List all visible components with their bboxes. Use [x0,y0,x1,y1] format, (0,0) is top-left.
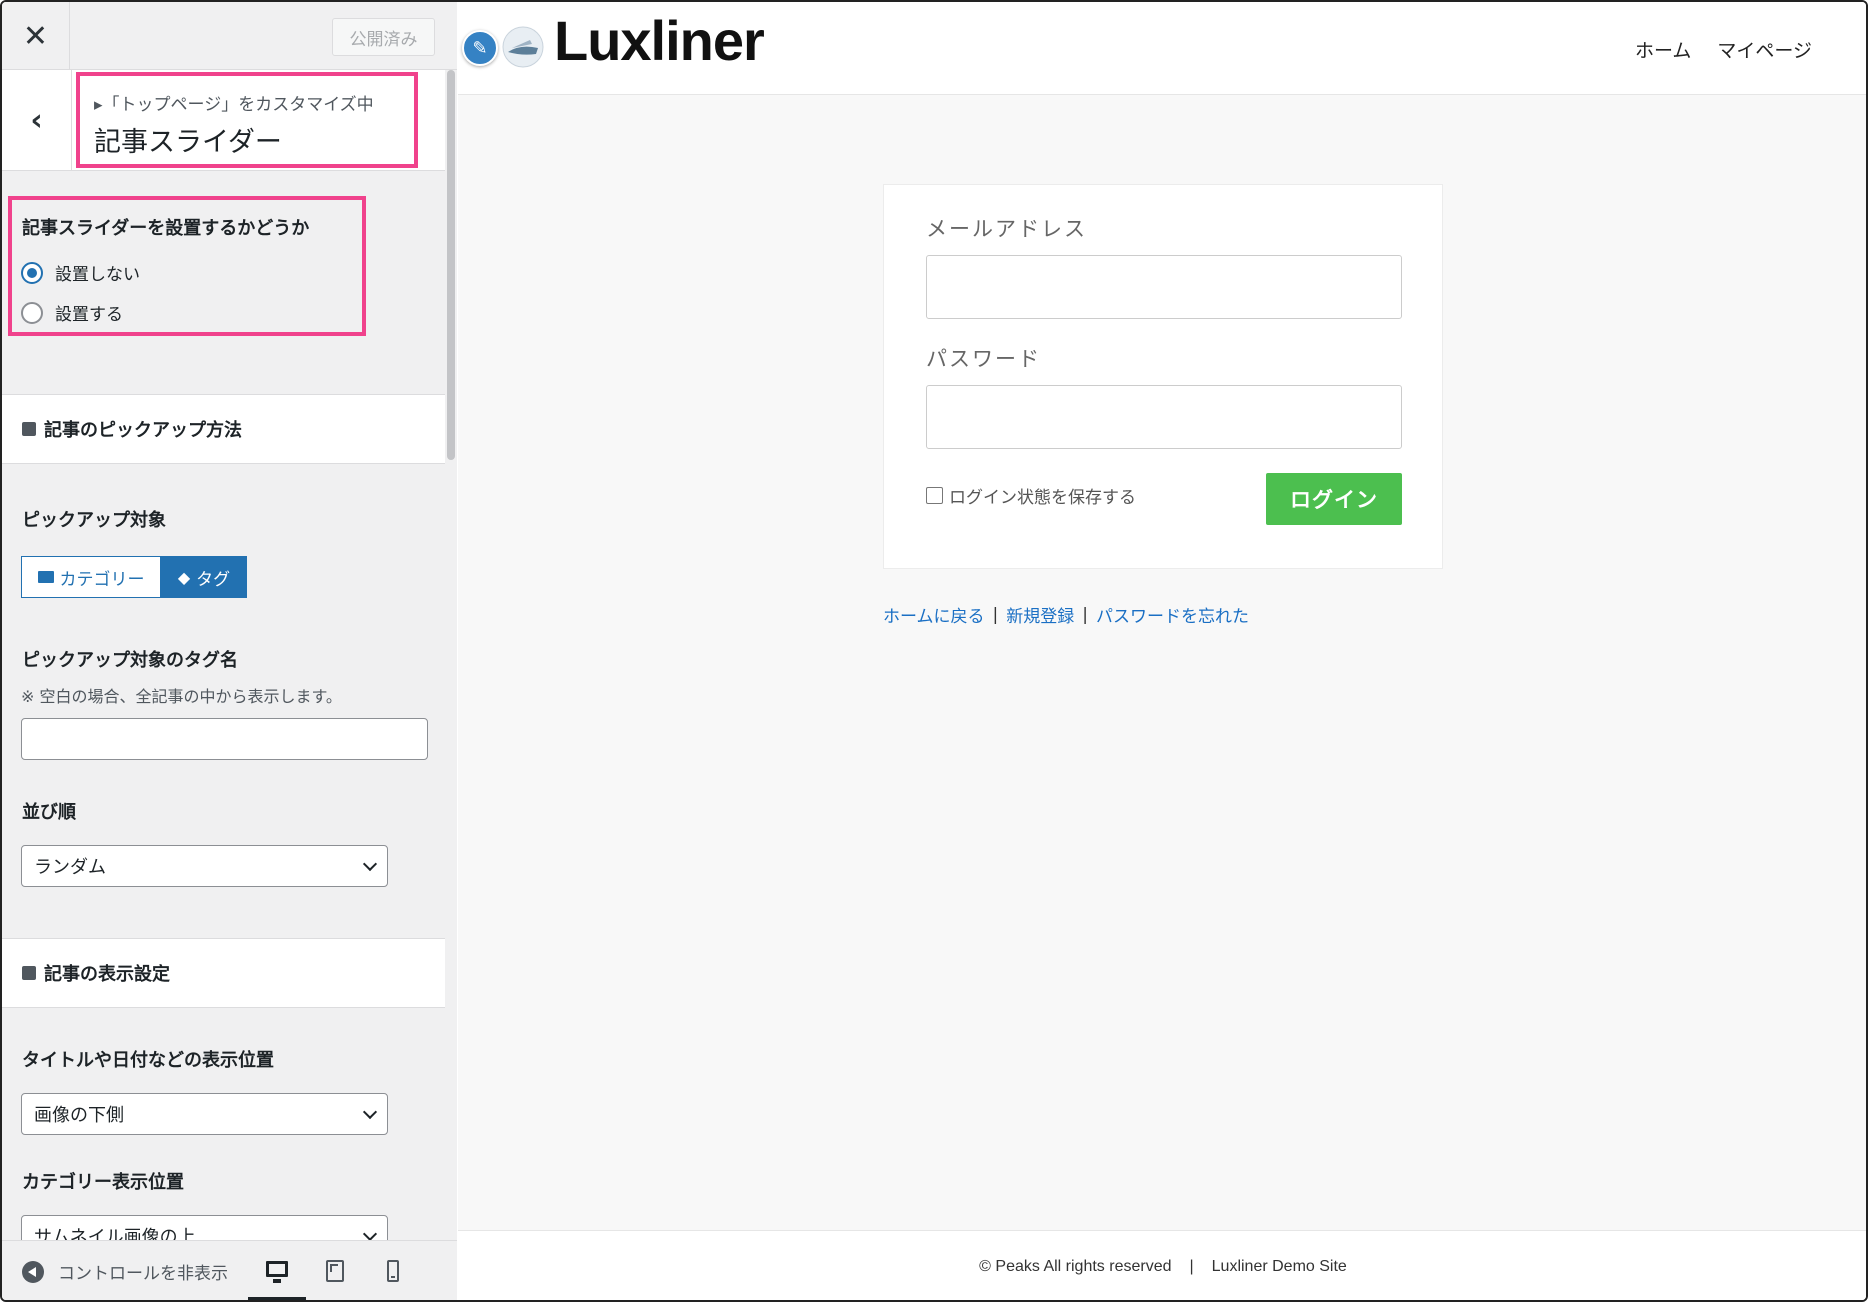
group-title: 記事のピックアップ方法 [44,420,242,441]
order-select[interactable]: ランダム [21,845,388,887]
radio-option-none[interactable]: 設置しない [21,260,140,285]
back-home-link[interactable]: ホームに戻る [883,602,985,627]
password-field[interactable] [926,385,1402,449]
pickup-group-header: 記事のピックアップ方法 [2,394,445,464]
select-value: 画像の下側 [34,1105,124,1126]
group-title: 記事の表示設定 [44,964,170,985]
customizer-window: ✕ 公開済み ‹ ▸「トップページ」をカスタマイズ中 記事スライダー 記事スライ… [0,0,1868,1302]
email-label: メールアドレス [926,217,1087,241]
device-tablet-button[interactable] [306,1241,364,1300]
back-button[interactable]: ‹ [2,70,72,171]
close-button[interactable]: ✕ [2,2,70,70]
radio-label: 設置する [55,305,123,325]
title-position-select[interactable]: 画像の下側 [21,1093,388,1135]
button-label: カテゴリー [59,569,145,590]
breadcrumb: ▸「トップページ」をカスタマイズ中 [94,95,374,115]
tag-name-input[interactable] [21,718,428,760]
folder-icon [37,571,54,583]
site-nav: ホーム マイページ [1635,36,1812,63]
nav-home-link[interactable]: ホーム [1635,36,1691,63]
sidebar-footer: コントロールを非表示 [2,1240,457,1300]
chevron-down-icon [362,856,378,872]
email-field[interactable] [926,255,1402,319]
login-button[interactable]: ログイン [1266,473,1402,525]
button-label: タグ [196,569,231,590]
pickup-category-button[interactable]: カテゴリー [21,556,161,598]
scrollbar-thumb[interactable] [447,70,455,460]
slider-control-label: 記事スライダーを設置するかどうか [22,218,310,239]
tag-name-label: ピックアップ対象のタグ名 [22,650,238,671]
chevron-down-icon [362,1226,378,1240]
pickup-tag-button[interactable]: ◆ タグ [161,556,247,598]
site-header: ✎ Luxliner ホーム マイページ [458,2,1866,95]
square-bullet-icon [22,422,36,436]
title-position-label: タイトルや日付などの表示位置 [22,1050,274,1071]
tag-name-note: ※ 空白の場合、全記事の中から表示します。 [21,687,342,706]
close-icon: ✕ [22,18,49,54]
pickup-target-label: ピックアップ対象 [22,510,166,531]
login-form: メールアドレス パスワード ログイン状態を保存する ログイン [883,184,1443,569]
link-separator: | [1082,604,1088,625]
publish-button[interactable]: 公開済み [332,18,435,56]
edit-shortcut-pencil-icon[interactable]: ✎ [462,30,498,66]
sidebar-header: ✕ 公開済み [2,2,457,70]
customizer-sidebar: ✕ 公開済み ‹ ▸「トップページ」をカスタマイズ中 記事スライダー 記事スライ… [2,2,457,1300]
device-mobile-button[interactable] [364,1241,422,1300]
select-value: ランダム [34,857,106,878]
remember-login-checkbox[interactable]: ログイン状態を保存する [926,483,1136,508]
logo-emblem-icon [502,26,544,68]
hide-controls-button[interactable]: コントロールを非表示 [22,1259,242,1284]
chevron-left-icon: ‹ [30,103,43,138]
site-footer: © Peaks All rights reserved | Luxliner D… [458,1230,1866,1300]
sidebar-panel: ‹ ▸「トップページ」をカスタマイズ中 記事スライダー 記事スライダーを設置する… [2,70,445,1240]
link-separator: | [992,604,999,625]
section-header: ‹ ▸「トップページ」をカスタマイズ中 記事スライダー [2,70,445,171]
register-link[interactable]: 新規登録 [1006,602,1074,627]
category-position-select[interactable]: サムネイル画像の上 [21,1215,388,1240]
pickup-target-toggle: カテゴリー ◆ タグ [21,556,247,598]
radio-label: 設置しない [55,265,140,285]
section-title-highlight: ▸「トップページ」をカスタマイズ中 記事スライダー [76,72,418,168]
footer-site-name: Luxliner Demo Site [1211,1257,1347,1275]
chevron-down-icon [362,1104,378,1120]
tablet-icon [326,1260,344,1282]
nav-mypage-link[interactable]: マイページ [1717,36,1812,63]
order-label: 並び順 [22,802,76,823]
site-logo[interactable]: Luxliner [554,8,765,73]
footer-copyright: © Peaks All rights reserved [979,1257,1172,1275]
radio-button[interactable] [21,301,43,324]
display-group-header: 記事の表示設定 [2,938,445,1008]
hide-controls-label: コントロールを非表示 [58,1264,228,1284]
tag-icon: ◆ [177,567,191,587]
desktop-icon [266,1261,288,1283]
checkbox-label: ログイン状態を保存する [949,488,1136,508]
device-desktop-button[interactable] [248,1241,306,1300]
category-position-label: カテゴリー表示位置 [22,1172,184,1193]
radio-button-checked[interactable] [21,261,43,284]
site-preview: ✎ Luxliner ホーム マイページ メールアドレス パスワード ログイン状… [458,2,1866,1300]
mobile-icon [387,1260,399,1282]
radio-option-place[interactable]: 設置する [21,300,123,325]
section-title: 記事スライダー [94,127,282,158]
square-bullet-icon [22,966,36,980]
forgot-password-link[interactable]: パスワードを忘れた [1096,602,1249,627]
login-links: ホームに戻る | 新規登録 | パスワードを忘れた [883,602,1249,628]
collapse-arrow-icon [22,1260,44,1283]
footer-separator: | [1189,1257,1194,1275]
select-value: サムネイル画像の上 [34,1227,196,1240]
checkbox[interactable] [926,487,943,504]
password-label: パスワード [926,347,1041,371]
sidebar-scrollbar[interactable] [445,70,457,1240]
